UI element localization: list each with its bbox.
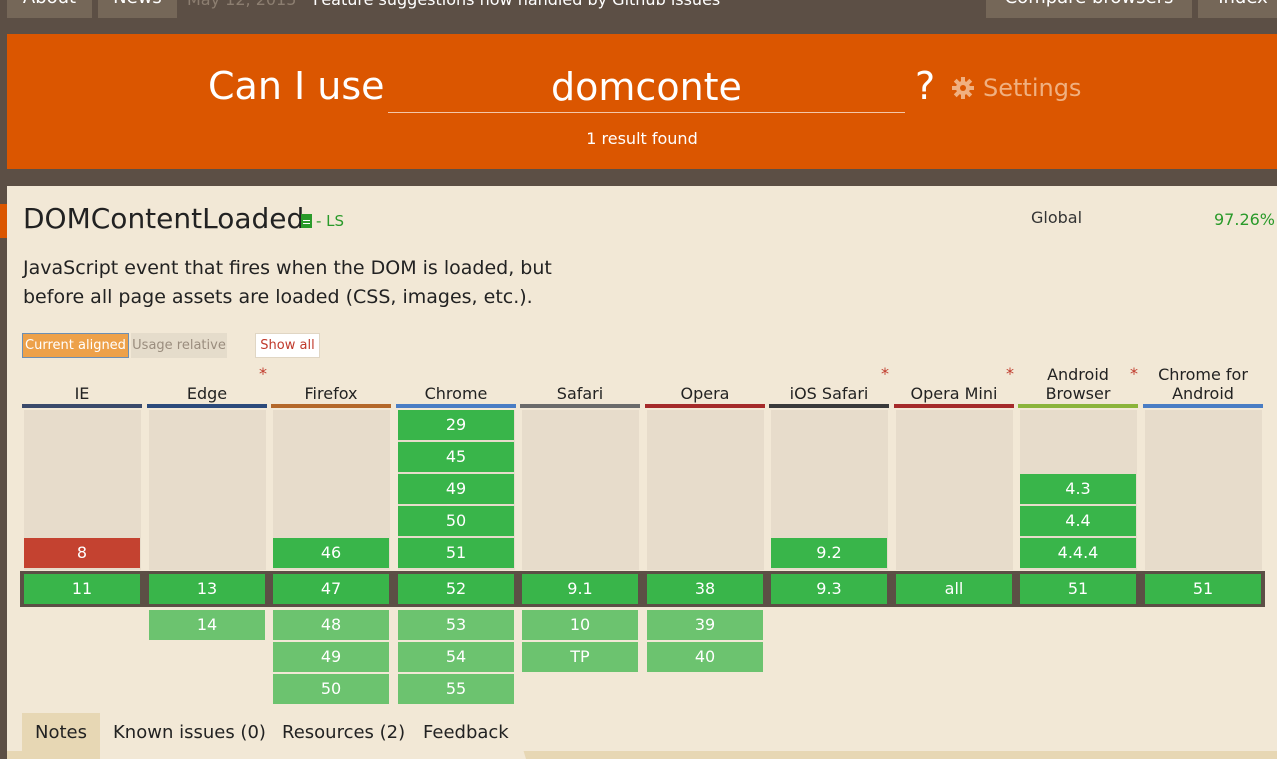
version-cell-future[interactable]: 48 xyxy=(273,610,389,640)
browser-color-bar xyxy=(271,404,391,408)
tab-notes[interactable]: Notes xyxy=(22,713,114,759)
browser-header-opera: Opera xyxy=(680,384,730,403)
past-versions-background xyxy=(149,410,266,570)
feature-title[interactable]: DOMContentLoaded xyxy=(23,202,304,235)
browser-color-bar xyxy=(894,404,1014,408)
browser-header-ios-safari: iOS Safari xyxy=(789,384,869,403)
version-cell-future[interactable]: 54 xyxy=(398,642,514,672)
top-nav: About News May 12, 2015 Feature suggesti… xyxy=(0,0,1277,18)
spec-status[interactable]: - LS xyxy=(301,212,344,230)
browser-note-asterisk: * xyxy=(259,364,267,383)
version-cell-current[interactable]: 52 xyxy=(398,574,514,604)
version-cell-past[interactable]: 29 xyxy=(398,410,514,440)
show-all-button[interactable]: Show all xyxy=(255,333,320,358)
tab-resources[interactable]: Resources (2) xyxy=(269,713,421,759)
usage-scope: Global xyxy=(1031,208,1083,227)
version-cell-current[interactable]: 38 xyxy=(647,574,763,604)
past-versions-background xyxy=(647,410,764,570)
usage-percent: 97.26% xyxy=(1214,210,1276,229)
version-cell-current[interactable]: 51 xyxy=(1020,574,1136,604)
version-cell-future[interactable]: 49 xyxy=(273,642,389,672)
nav-compare-browsers-link[interactable]: Compare browsers xyxy=(986,0,1192,18)
browser-header-chrome: Chrome xyxy=(424,384,488,403)
nav-about-link[interactable]: About xyxy=(7,0,92,18)
settings-button[interactable]: Settings xyxy=(951,74,1081,102)
browser-color-bar xyxy=(147,404,267,408)
browser-note-asterisk: * xyxy=(1130,364,1138,383)
version-cell-future[interactable]: 40 xyxy=(647,642,763,672)
past-versions-background xyxy=(1145,410,1262,570)
version-cell-future[interactable]: 50 xyxy=(273,674,389,704)
settings-label: Settings xyxy=(983,74,1082,102)
version-cell-future[interactable]: TP xyxy=(522,642,638,672)
browser-color-bar xyxy=(645,404,765,408)
browser-header-opera-mini: Opera Mini xyxy=(910,384,998,403)
results-count: 1 result found xyxy=(586,129,698,148)
version-cell-current[interactable]: 47 xyxy=(273,574,389,604)
version-cell-future[interactable]: 10 xyxy=(522,610,638,640)
browser-header-chrome-for-android: Chrome for Android xyxy=(1158,365,1248,403)
version-cell-past[interactable]: 50 xyxy=(398,506,514,536)
spec-label: - LS xyxy=(316,212,345,230)
past-versions-background xyxy=(522,410,639,570)
current-aligned-button[interactable]: Current aligned xyxy=(22,333,129,358)
version-cell-current[interactable]: 11 xyxy=(24,574,140,604)
version-cell-current[interactable]: 9.3 xyxy=(771,574,887,604)
version-cell-current[interactable]: 13 xyxy=(149,574,265,604)
version-cell-past[interactable]: 49 xyxy=(398,474,514,504)
version-cell-future[interactable]: 53 xyxy=(398,610,514,640)
browser-color-bar xyxy=(1018,404,1138,408)
search-input[interactable] xyxy=(388,62,905,113)
can-i-use-label: Can I use xyxy=(208,64,385,108)
version-cell-future[interactable]: 39 xyxy=(647,610,763,640)
document-icon xyxy=(301,214,312,228)
browser-header-safari: Safari xyxy=(556,384,604,403)
version-cell-future[interactable]: 14 xyxy=(149,610,265,640)
version-cell-past[interactable]: 4.4.4 xyxy=(1020,538,1136,568)
version-cell-current[interactable]: 9.1 xyxy=(522,574,638,604)
version-cell-past[interactable]: 4.4 xyxy=(1020,506,1136,536)
version-cell-past[interactable]: 9.2 xyxy=(771,538,887,568)
browser-header-edge: Edge xyxy=(186,384,228,403)
browser-color-bar xyxy=(520,404,640,408)
tab-known-issues[interactable]: Known issues (0) xyxy=(100,713,282,759)
gear-icon xyxy=(952,77,974,99)
browser-header-firefox: Firefox xyxy=(304,384,358,403)
browser-header-ie: IE xyxy=(74,384,90,403)
browser-color-bar xyxy=(396,404,516,408)
version-cell-past[interactable]: 4.3 xyxy=(1020,474,1136,504)
version-cell-past[interactable]: 46 xyxy=(273,538,389,568)
browser-color-bar xyxy=(22,404,142,408)
tab-feedback[interactable]: Feedback xyxy=(410,713,526,759)
feature-description: JavaScript event that fires when the DOM… xyxy=(23,257,552,308)
question-mark: ? xyxy=(915,64,936,108)
news-date: May 12, 2015 xyxy=(187,0,296,9)
browser-note-asterisk: * xyxy=(1006,364,1014,383)
version-cell-future[interactable]: 55 xyxy=(398,674,514,704)
news-headline[interactable]: Feature suggestions now handled by Githu… xyxy=(313,0,720,9)
version-cell-current[interactable]: all xyxy=(896,574,1012,604)
version-cell-past[interactable]: 51 xyxy=(398,538,514,568)
past-versions-background xyxy=(896,410,1013,570)
nav-index-link[interactable]: Index xyxy=(1198,0,1277,18)
search-header: Can I use ? Settings 1 result found xyxy=(7,34,1277,169)
version-cell-past[interactable]: 45 xyxy=(398,442,514,472)
version-cell-current[interactable]: 51 xyxy=(1145,574,1261,604)
browser-header-android-browser: Android Browser xyxy=(1045,365,1111,403)
browser-color-bar xyxy=(1143,404,1263,408)
browser-note-asterisk: * xyxy=(881,364,889,383)
nav-news-link[interactable]: News xyxy=(98,0,177,18)
usage-relative-button[interactable]: Usage relative xyxy=(131,333,227,358)
version-cell-past[interactable]: 8 xyxy=(24,538,140,568)
feature-accent-bar xyxy=(0,204,7,238)
browser-color-bar xyxy=(769,404,889,408)
